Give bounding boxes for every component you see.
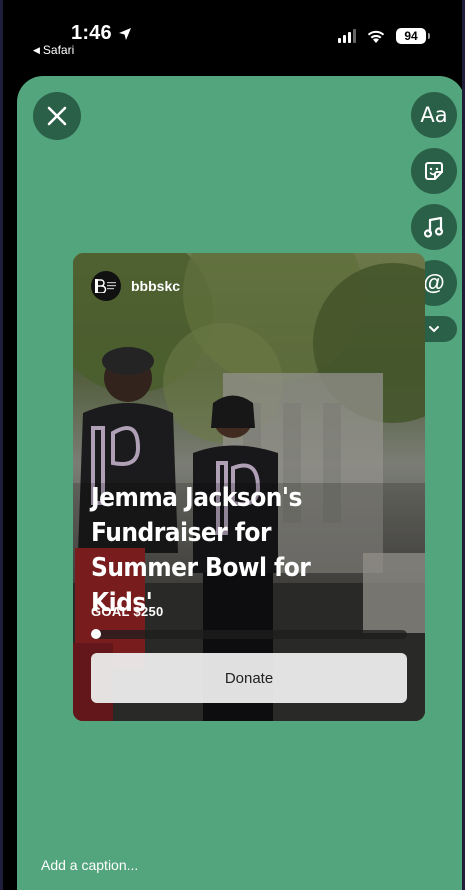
donate-label: Donate (224, 669, 274, 687)
battery-level: 94 (404, 29, 418, 43)
signal-icon (338, 29, 356, 43)
donate-button[interactable]: Donate (91, 653, 407, 703)
back-triangle-icon: ◀ (33, 44, 40, 55)
location-arrow-icon (118, 27, 131, 40)
goal-label: GOAL $250 (91, 604, 164, 619)
close-button[interactable] (33, 92, 81, 140)
card-header: bbbskc (91, 271, 180, 301)
close-icon (47, 106, 67, 126)
status-time: 1:46 (71, 22, 132, 45)
text-tool-label: Aa (420, 103, 448, 127)
mention-label: @ (423, 270, 445, 295)
status-bar: 1:46 ◀ Safari 94 (3, 0, 462, 72)
status-icons: 94 (338, 28, 430, 44)
chevron-down-icon (429, 326, 439, 333)
battery-icon: 94 (396, 28, 430, 44)
music-tool-button[interactable] (411, 204, 457, 250)
org-username: bbbskc (131, 278, 181, 294)
home-indicator (163, 882, 303, 886)
title-line: Fundraiser for (91, 518, 272, 548)
back-label: Safari (42, 43, 75, 57)
wifi-icon (367, 30, 385, 43)
fundraiser-progress-bar (91, 629, 407, 639)
fundraiser-sticker[interactable]: bbbskc Jemma Jackson's Fundraiser for Su… (73, 253, 425, 721)
fundraiser-title: Jemma Jackson's Fundraiser for Summer Bo… (91, 481, 379, 621)
text-tool-button[interactable]: Aa (411, 92, 457, 138)
sticker-tool-button[interactable] (411, 148, 457, 194)
back-to-safari[interactable]: ◀ Safari (33, 43, 74, 57)
time-text: 1:46 (71, 22, 112, 44)
progress-indicator (91, 629, 101, 639)
org-logo-icon (95, 279, 116, 293)
music-icon (423, 216, 444, 238)
org-avatar (91, 271, 121, 301)
title-line: Jemma Jackson's (91, 483, 302, 513)
caption-input[interactable]: Add a caption... (41, 857, 138, 873)
phone-screen: 1:46 ◀ Safari 94 Aa @ bbbskc Jemma Jacks… (0, 0, 465, 890)
sticker-icon (425, 162, 443, 180)
